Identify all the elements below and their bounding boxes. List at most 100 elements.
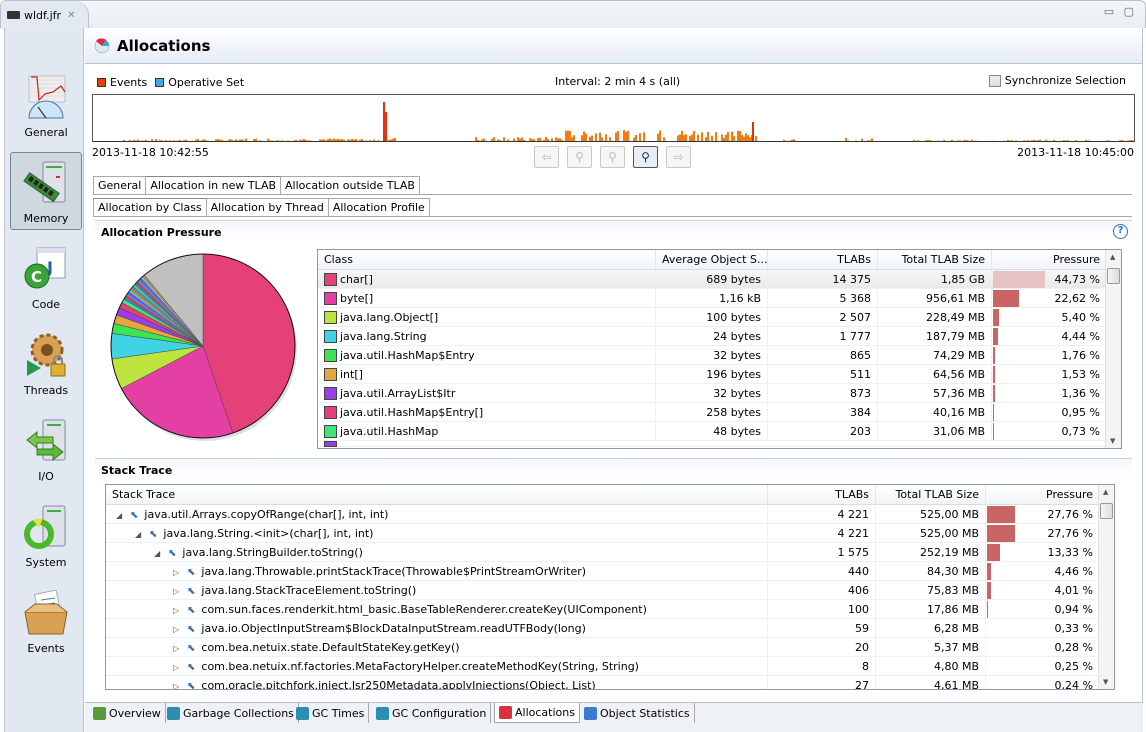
column-header-tlabs[interactable]: TLABs xyxy=(768,485,876,504)
sidebar-item-events[interactable]: Events xyxy=(10,582,82,660)
tree-expand-icon[interactable]: ▷ xyxy=(173,563,183,581)
stack-frame-row[interactable]: ▷ ⬉ com.bea.netuix.nf.factories.MetaFactor… xyxy=(106,656,1114,676)
table-row[interactable]: java.util.ArrayList$Itr 32 bytes 873 57,36 … xyxy=(318,383,1121,403)
timeline-bar xyxy=(723,137,725,141)
close-icon[interactable]: ✕ xyxy=(67,10,75,21)
timeline-bar xyxy=(939,140,941,141)
bottom-tab-gc-times[interactable]: GC Times xyxy=(292,703,370,723)
tree-expand-icon[interactable]: ▷ xyxy=(173,620,183,638)
stack-frame-row[interactable]: ▷ ⬉ com.bea.netuix.state.DefaultStateKey.g… xyxy=(106,637,1114,657)
synchronize-selection[interactable]: Synchronize Selection xyxy=(988,74,1126,87)
tree-expand-icon[interactable]: ▷ xyxy=(173,601,183,619)
tree-expand-icon[interactable]: ▷ xyxy=(173,658,183,676)
column-header-tlabs[interactable]: TLABs xyxy=(768,250,878,269)
tree-collapse-icon[interactable]: ◢ xyxy=(154,544,164,562)
window-controls[interactable]: ▭ ▢ xyxy=(1104,5,1137,18)
stack-trace-table-header: Stack Trace TLABs Total TLAB Size Pressure xyxy=(106,485,1114,505)
sidebar-item-io[interactable]: I/O xyxy=(10,410,82,488)
sidebar-item-code[interactable]: J C Code xyxy=(10,238,82,316)
bottom-tab-overview[interactable]: Overview xyxy=(89,703,166,723)
forward-button[interactable]: ⇨ xyxy=(666,146,691,168)
timeline-bar xyxy=(1053,139,1055,141)
bottom-tab-gc-configuration[interactable]: GC Configuration xyxy=(372,703,492,723)
stack-frame-row[interactable]: ▷ ⬉ com.oracle.pitchfork.inject.Jsr250Meta… xyxy=(106,675,1114,690)
synchronize-selection-checkbox[interactable] xyxy=(988,74,1001,87)
scroll-down-icon[interactable]: ▼ xyxy=(1103,678,1108,686)
bottom-tab-garbage-collections[interactable]: Garbage Collections xyxy=(163,703,299,723)
column-header-total-tlab-size[interactable]: Total TLAB Size xyxy=(878,250,992,269)
table-row[interactable]: int[] 196 bytes 511 64,56 MB 1,53 % xyxy=(318,364,1121,384)
table-row[interactable]: java.util.HashMap$Entry 32 bytes 865 74,29 … xyxy=(318,345,1121,365)
table-row[interactable]: byte[] 1,16 kB 5 368 956,61 MB 22,62 % xyxy=(318,288,1121,308)
scroll-thumb[interactable] xyxy=(1107,268,1120,284)
method-icon: ⬉ xyxy=(187,566,196,578)
stack-frame-row[interactable]: ◢ ⬉ java.util.Arrays.copyOfRange(char[], i… xyxy=(106,504,1114,524)
timeline-bar xyxy=(227,140,229,141)
timeline-bar xyxy=(537,138,539,141)
column-header-pressure[interactable]: Pressure xyxy=(986,485,1100,504)
zoom-reset-button[interactable]: ⚲ xyxy=(600,146,625,168)
table-row[interactable]: java.lang.Object[] 100 bytes 2 507 228,49 M… xyxy=(318,307,1121,327)
back-button[interactable]: ⇦ xyxy=(534,146,559,168)
class-cell: java.util.HashMap$Entry[] xyxy=(318,402,656,422)
tab-allocation-in-new-tlab[interactable]: Allocation in new TLAB xyxy=(146,176,282,195)
avg-size-cell: 196 bytes xyxy=(656,364,768,384)
timeline-bar xyxy=(1045,139,1047,141)
timeline-bar xyxy=(1107,140,1109,141)
zoom-in-icon: ⚲ xyxy=(641,150,650,164)
table-row[interactable]: java.util.HashMap 48 bytes 203 31,06 MB 0,73… xyxy=(318,421,1121,441)
subtab-allocation-by-class[interactable]: Allocation by Class xyxy=(93,198,207,217)
stack-frame-row[interactable]: ◢ ⬉ java.lang.String.<init>(char[], int, i… xyxy=(106,523,1114,543)
stack-trace-scrollbar[interactable]: ▲ ▼ xyxy=(1098,485,1114,689)
scroll-thumb[interactable] xyxy=(1100,503,1113,519)
scroll-up-icon[interactable]: ▲ xyxy=(1110,253,1115,261)
tree-expand-icon[interactable]: ▷ xyxy=(173,639,183,657)
scroll-down-icon[interactable]: ▼ xyxy=(1110,437,1115,445)
bottom-tab-allocations[interactable]: Allocations xyxy=(494,703,580,723)
stack-frame-row[interactable]: ▷ ⬉ com.sun.faces.renderkit.html_basic.Bas… xyxy=(106,599,1114,619)
tlabs-cell: 14 375 xyxy=(768,269,878,289)
tree-collapse-icon[interactable]: ◢ xyxy=(116,506,126,524)
table-row[interactable]: java.lang.String 24 bytes 1 777 187,79 MB 4,… xyxy=(318,326,1121,346)
table-row[interactable]: char[] 689 bytes 14 375 1,85 GB 44,73 % xyxy=(318,269,1121,289)
column-header-stack-trace[interactable]: Stack Trace xyxy=(106,485,768,504)
scroll-up-icon[interactable]: ▲ xyxy=(1103,488,1108,496)
zoom-out-button[interactable]: ⚲ xyxy=(567,146,592,168)
allocation-pie-chart[interactable] xyxy=(105,248,305,448)
help-icon[interactable]: ? xyxy=(1113,224,1128,239)
stack-frame-row[interactable]: ▷ ⬉ java.lang.StackTraceElement.toString()… xyxy=(106,580,1114,600)
class-table-scrollbar[interactable]: ▲ ▼ xyxy=(1105,250,1121,448)
tree-collapse-icon[interactable]: ◢ xyxy=(135,525,145,543)
subtab-allocation-by-thread[interactable]: Allocation by Thread xyxy=(206,198,329,217)
tab-general[interactable]: General xyxy=(93,176,147,195)
sidebar-item-system[interactable]: System xyxy=(10,496,82,574)
stack-frame-row[interactable]: ▷ ⬉ java.lang.Throwable.printStackTrace(Th… xyxy=(106,561,1114,581)
editor-tab-wldf[interactable]: wldf.jfr ✕ xyxy=(1,1,89,29)
column-header-class[interactable]: Class xyxy=(318,250,656,269)
column-header-average-object-s-[interactable]: Average Object S... xyxy=(656,250,768,269)
timeline-bar xyxy=(681,130,683,141)
table-row-partial[interactable] xyxy=(318,440,1121,447)
tab-allocation-outside-tlab[interactable]: Allocation outside TLAB xyxy=(281,176,420,195)
timeline-chart[interactable] xyxy=(92,94,1135,142)
zoom-in-button[interactable]: ⚲ xyxy=(633,146,658,168)
timeline-spike xyxy=(752,122,754,141)
timeline-bar xyxy=(583,131,585,141)
sidebar-item-threads[interactable]: Threads xyxy=(10,324,82,402)
timeline-bar xyxy=(679,134,681,141)
subtab-allocation-profile[interactable]: Allocation Profile xyxy=(328,198,430,217)
stack-frame-row[interactable]: ▷ ⬉ java.io.ObjectInputStream$BlockDataInp… xyxy=(106,618,1114,638)
timeline-bar xyxy=(143,140,145,141)
timeline-bar xyxy=(211,140,213,141)
sidebar-item-memory[interactable]: Memory xyxy=(10,152,82,230)
bottom-tab-object-statistics[interactable]: Object Statistics xyxy=(580,703,695,723)
timeline-bar xyxy=(493,137,495,141)
tree-expand-icon[interactable]: ▷ xyxy=(173,582,183,600)
pressure-cell: 0,73 % xyxy=(992,421,1107,441)
tree-expand-icon[interactable]: ▷ xyxy=(173,677,183,690)
table-row[interactable]: java.util.HashMap$Entry[] 258 bytes 384 40,… xyxy=(318,402,1121,422)
column-header-pressure[interactable]: Pressure xyxy=(992,250,1107,269)
stack-frame-row[interactable]: ◢ ⬉ java.lang.StringBuilder.toString() 1 57… xyxy=(106,542,1114,562)
column-header-total-tlab-size[interactable]: Total TLAB Size xyxy=(876,485,986,504)
sidebar-item-general[interactable]: General xyxy=(10,66,82,144)
